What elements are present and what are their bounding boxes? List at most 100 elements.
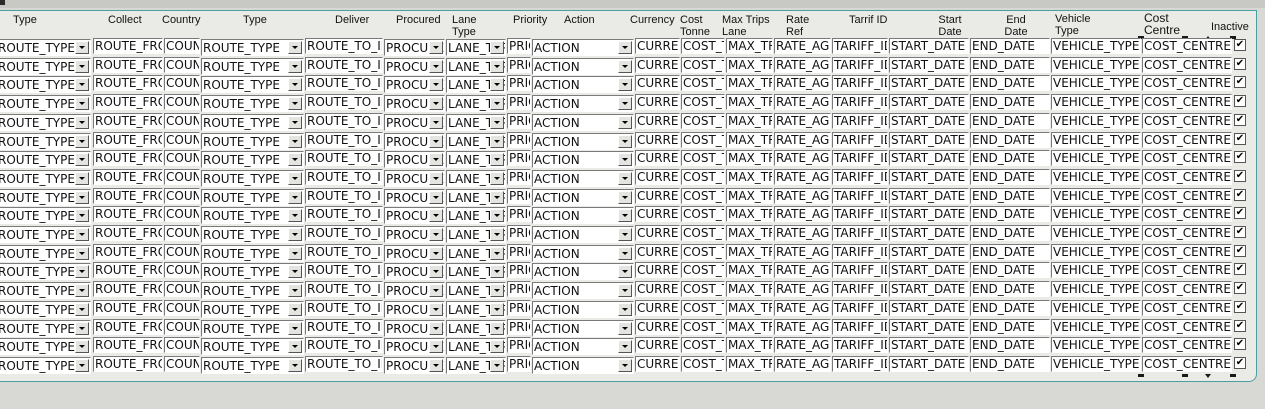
chevron-down-icon[interactable] (490, 97, 504, 111)
tariff-id-field[interactable]: TARIFF_ID (832, 38, 888, 54)
priority-field[interactable]: PRIORITY (507, 112, 531, 129)
chevron-down-icon[interactable] (618, 284, 632, 298)
route-from-field[interactable]: ROUTE_FROM (93, 206, 163, 223)
tariff-id-field[interactable]: TARIFF_ID (832, 75, 888, 92)
route-from-field[interactable]: ROUTE_FROM (93, 56, 163, 73)
cost-centre-field[interactable]: COST_CENTRE (1142, 187, 1232, 204)
procured-select[interactable]: PROCURED (384, 39, 445, 56)
country-field[interactable]: COUNTRY (164, 281, 200, 298)
action-select[interactable]: ACTION (532, 151, 634, 169)
chevron-down-icon[interactable] (618, 228, 632, 241)
chevron-down-icon[interactable] (618, 209, 632, 223)
chevron-down-icon[interactable] (288, 97, 302, 111)
route-type-from-select[interactable]: ROUTE_TYPE (0, 132, 91, 150)
max-trips-field[interactable]: MAX_TRIPS (726, 168, 773, 185)
end-date-field[interactable]: END_DATE (970, 131, 1050, 148)
currency-field[interactable]: CURRENCY (635, 262, 680, 279)
priority-field[interactable]: PRIORITY (507, 225, 531, 241)
chevron-down-icon[interactable] (75, 358, 89, 372)
route-type-from-select[interactable]: ROUTE_TYPE (0, 39, 91, 56)
start-date-field[interactable]: START_DATE (889, 56, 969, 73)
lane-type-select[interactable]: LANE_TYPE (446, 169, 506, 187)
chevron-down-icon[interactable] (75, 340, 89, 354)
route-to-field[interactable]: ROUTE_TO_ID (305, 187, 383, 204)
chevron-down-icon[interactable] (75, 209, 89, 223)
chevron-down-icon[interactable] (288, 190, 302, 204)
currency-field[interactable]: CURRENCY (635, 75, 680, 92)
chevron-down-icon[interactable] (429, 284, 443, 298)
chevron-down-icon[interactable] (75, 284, 89, 298)
route-to-field[interactable]: ROUTE_TO_ID (305, 262, 383, 279)
tariff-id-field[interactable]: TARIFF_ID (832, 206, 888, 223)
lane-type-select[interactable]: LANE_TYPE (446, 319, 506, 337)
end-date-field[interactable]: END_DATE (970, 187, 1050, 204)
country-field[interactable]: COUNTRY (164, 187, 200, 204)
country-field[interactable]: COUNTRY (164, 318, 200, 335)
action-select[interactable]: ACTION (532, 244, 634, 262)
start-date-field[interactable]: START_DATE (889, 281, 969, 298)
chevron-down-icon[interactable] (490, 171, 504, 185)
lane-type-select[interactable]: LANE_TYPE (446, 263, 506, 281)
rate-ref-field[interactable]: RATE_AGREEMENT (774, 243, 831, 260)
vehicle-type-field[interactable]: VEHICLE_TYPE (1051, 112, 1141, 129)
chevron-down-icon[interactable] (75, 97, 89, 111)
chevron-down-icon[interactable] (75, 153, 89, 167)
currency-field[interactable]: CURRENCY (635, 131, 680, 148)
route-type-from-select[interactable]: ROUTE_TYPE (0, 356, 91, 374)
chevron-down-icon[interactable] (75, 228, 89, 241)
chevron-down-icon[interactable] (490, 228, 504, 241)
lane-type-select[interactable]: LANE_TYPE (446, 282, 506, 300)
country-field[interactable]: COUNTRY (164, 243, 200, 260)
route-from-field[interactable]: ROUTE_FROM (93, 281, 163, 298)
inactive-checkbox[interactable]: ✔ (1234, 39, 1246, 51)
start-date-field[interactable]: START_DATE (889, 94, 969, 111)
route-type-from-select[interactable]: ROUTE_TYPE (0, 188, 91, 206)
cost-tonne-field[interactable]: COST_TONNE (681, 131, 725, 148)
route-type-from-select[interactable]: ROUTE_TYPE (0, 338, 91, 356)
chevron-down-icon[interactable] (75, 171, 89, 185)
max-trips-field[interactable]: MAX_TRIPS (726, 225, 773, 241)
tariff-id-field[interactable]: TARIFF_ID (832, 318, 888, 335)
route-to-field[interactable]: ROUTE_TO_ID (305, 94, 383, 111)
inactive-checkbox[interactable]: ✔ (1234, 169, 1246, 182)
start-date-field[interactable]: START_DATE (889, 150, 969, 167)
country-field[interactable]: COUNTRY (164, 131, 200, 148)
route-type-to-select[interactable]: ROUTE_TYPE (201, 263, 304, 281)
max-trips-field[interactable]: MAX_TRIPS (726, 75, 773, 92)
inactive-checkbox[interactable]: ✔ (1234, 76, 1246, 89)
chevron-down-icon[interactable] (618, 153, 632, 167)
cost-centre-field[interactable]: COST_CENTRE (1142, 355, 1232, 372)
lane-type-select[interactable]: LANE_TYPE (446, 76, 506, 94)
lane-type-select[interactable]: LANE_TYPE (446, 207, 506, 225)
chevron-down-icon[interactable] (618, 358, 632, 372)
route-type-to-select[interactable]: ROUTE_TYPE (201, 319, 304, 337)
start-date-field[interactable]: START_DATE (889, 112, 969, 129)
lane-type-select[interactable]: LANE_TYPE (446, 113, 506, 131)
country-field[interactable]: COUNTRY (164, 299, 200, 316)
max-trips-field[interactable]: MAX_TRIPS (726, 337, 773, 354)
route-to-field[interactable]: ROUTE_TO_ID (305, 112, 383, 129)
cost-centre-field[interactable]: COST_CENTRE (1142, 112, 1232, 129)
tariff-id-field[interactable]: TARIFF_ID (832, 150, 888, 167)
rate-ref-field[interactable]: RATE_AGREEMENT (774, 75, 831, 92)
start-date-field[interactable]: START_DATE (889, 187, 969, 204)
country-field[interactable]: COUNTRY (164, 38, 200, 54)
chevron-down-icon[interactable] (490, 134, 504, 148)
route-to-field[interactable]: ROUTE_TO_ID (305, 337, 383, 354)
max-trips-field[interactable]: MAX_TRIPS (726, 299, 773, 316)
cost-centre-field[interactable]: COST_CENTRE (1142, 318, 1232, 335)
max-trips-field[interactable]: MAX_TRIPS (726, 56, 773, 73)
cost-tonne-field[interactable]: COST_TONNE (681, 56, 725, 73)
route-to-field[interactable]: ROUTE_TO_ID (305, 299, 383, 316)
inactive-checkbox[interactable]: ✔ (1234, 338, 1246, 351)
route-type-to-select[interactable]: ROUTE_TYPE (201, 207, 304, 225)
start-date-field[interactable]: START_DATE (889, 262, 969, 279)
inactive-checkbox[interactable]: ✔ (1234, 282, 1246, 295)
tariff-id-field[interactable]: TARIFF_ID (832, 225, 888, 241)
route-type-to-select[interactable]: ROUTE_TYPE (201, 113, 304, 131)
priority-field[interactable]: PRIORITY (507, 355, 531, 372)
chevron-down-icon[interactable] (429, 246, 443, 260)
cost-centre-field[interactable]: COST_CENTRE (1142, 243, 1232, 260)
rate-ref-field[interactable]: RATE_AGREEMENT (774, 94, 831, 111)
lane-type-select[interactable]: LANE_TYPE (446, 244, 506, 262)
